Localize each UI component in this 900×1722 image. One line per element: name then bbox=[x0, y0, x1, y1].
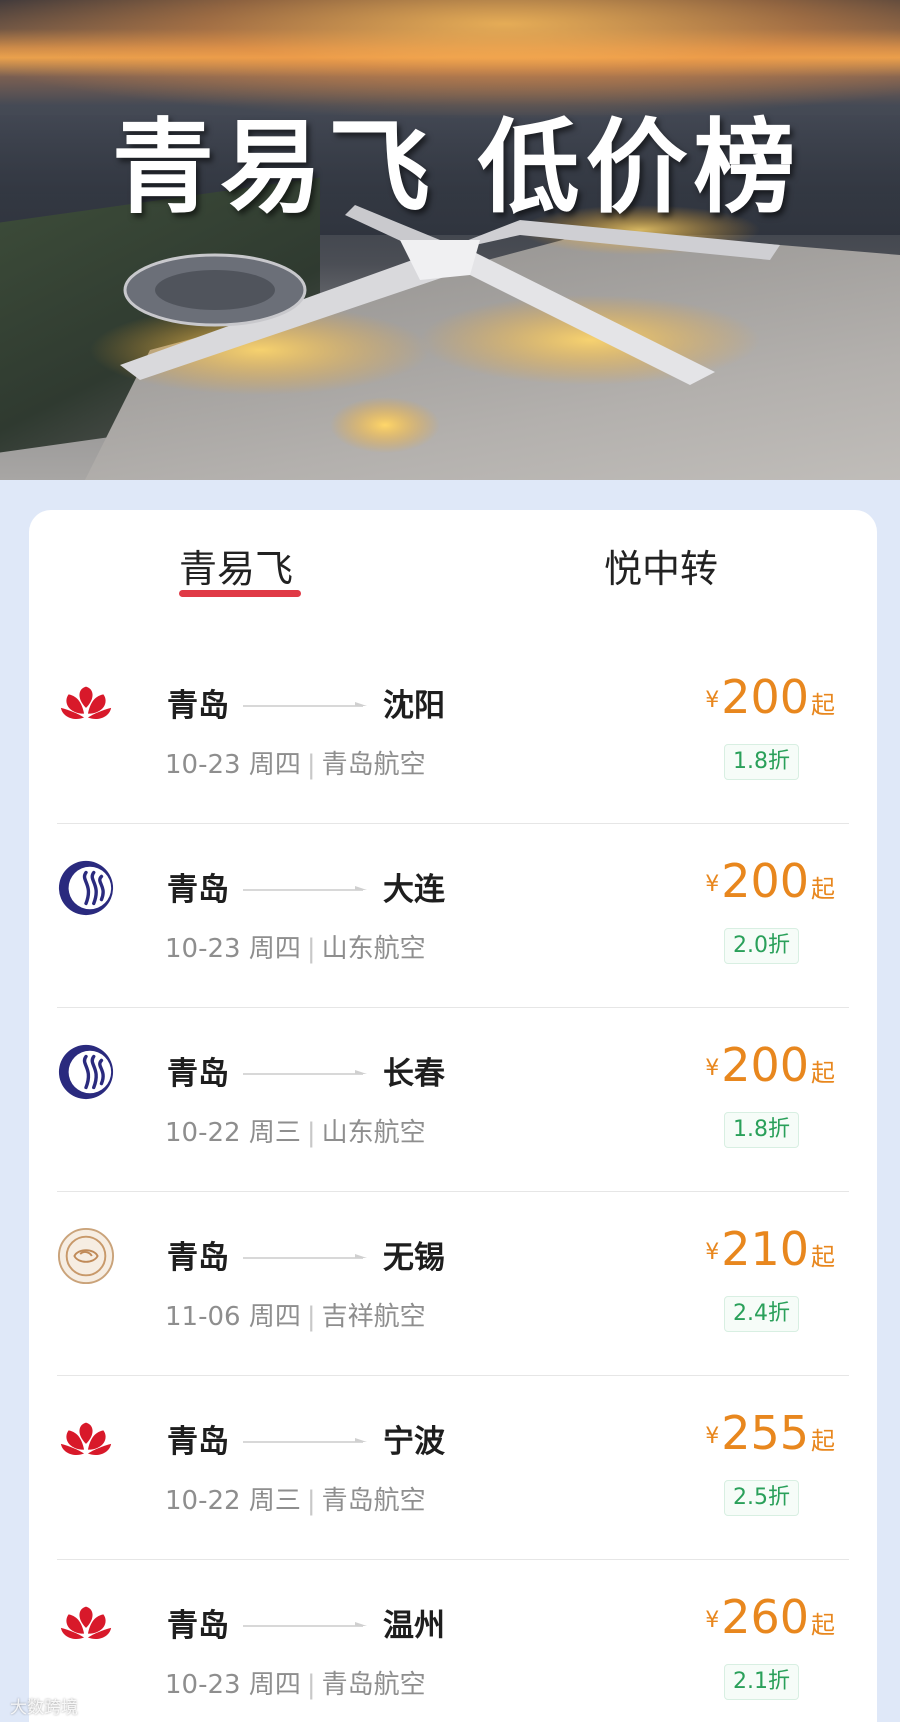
route-row[interactable]: 青岛 沈阳 10-23 周四 | 青岛航空 ¥200起 1.8折 bbox=[57, 640, 849, 824]
origin-city: 青岛 bbox=[167, 1608, 229, 1644]
price-value: 210 bbox=[721, 1222, 809, 1276]
route-row[interactable]: 青岛 宁波 10-22 周三 | 青岛航空 ¥255起 2.5折 bbox=[57, 1376, 849, 1560]
airport-terminal-illustration bbox=[90, 205, 780, 453]
price-value: 200 bbox=[721, 854, 809, 908]
currency-symbol: ¥ bbox=[705, 1608, 720, 1633]
origin-city: 青岛 bbox=[167, 1056, 229, 1092]
price-value: 200 bbox=[721, 670, 809, 724]
origin-city: 青岛 bbox=[167, 872, 229, 908]
currency-symbol: ¥ bbox=[705, 688, 720, 713]
destination-city: 沈阳 bbox=[383, 688, 445, 724]
discount-badge: 2.5折 bbox=[724, 1480, 799, 1516]
discount-badge: 1.8折 bbox=[724, 744, 799, 780]
price-value: 200 bbox=[721, 1038, 809, 1092]
route-row[interactable]: 青岛 大连 10-23 周四 | 山东航空 ¥200起 2.0折 bbox=[57, 824, 849, 1008]
route-row[interactable]: 青岛 温州 10-23 周四 | 青岛航空 ¥260起 2.1折 bbox=[57, 1560, 849, 1722]
divider: | bbox=[306, 750, 316, 780]
qingdao-airlines-logo-icon bbox=[57, 1595, 115, 1653]
origin-city: 青岛 bbox=[167, 1424, 229, 1460]
currency-symbol: ¥ bbox=[705, 1056, 720, 1081]
destination-city: 无锡 bbox=[383, 1240, 445, 1276]
price-suffix: 起 bbox=[811, 1611, 835, 1639]
juneyao-airlines-logo-icon bbox=[57, 1227, 115, 1285]
flight-info: 10-23 周四 | 山东航空 bbox=[165, 928, 426, 965]
destination-city: 宁波 bbox=[383, 1424, 445, 1460]
qingdao-airlines-logo-icon bbox=[57, 1411, 115, 1469]
active-tab-indicator bbox=[179, 590, 301, 597]
price-value: 255 bbox=[721, 1406, 809, 1460]
price-suffix: 起 bbox=[811, 1059, 835, 1087]
route-arrow-icon bbox=[243, 1622, 367, 1627]
divider: | bbox=[306, 934, 316, 964]
flight-date: 10-22 周三 bbox=[165, 1486, 301, 1516]
price-suffix: 起 bbox=[811, 875, 835, 903]
airline-name: 青岛航空 bbox=[321, 1670, 426, 1700]
route-row[interactable]: 青岛 无锡 11-06 周四 | 吉祥航空 ¥210起 2.4折 bbox=[57, 1192, 849, 1376]
flight-date: 10-23 周四 bbox=[165, 934, 301, 964]
price: ¥200起 bbox=[705, 854, 835, 908]
flight-date: 10-22 周三 bbox=[165, 1118, 301, 1148]
price-list-card: 青易飞 悦中转 青岛 沈阳 10-23 周四 | 青岛航空 ¥200起 1.8折 青岛 大连 10… bbox=[29, 510, 877, 1722]
flight-date: 11-06 周四 bbox=[165, 1302, 301, 1332]
price-value: 260 bbox=[721, 1590, 809, 1644]
route-arrow-icon bbox=[243, 1438, 367, 1443]
discount-badge: 1.8折 bbox=[724, 1112, 799, 1148]
shandong-airlines-logo-icon bbox=[57, 1043, 115, 1101]
price: ¥200起 bbox=[705, 1038, 835, 1092]
price: ¥210起 bbox=[705, 1222, 835, 1276]
airline-name: 吉祥航空 bbox=[321, 1302, 426, 1332]
tab-yuezhongzhuan[interactable]: 悦中转 bbox=[604, 538, 718, 593]
price: ¥200起 bbox=[705, 670, 835, 724]
price: ¥260起 bbox=[705, 1590, 835, 1644]
airline-name: 山东航空 bbox=[321, 1118, 426, 1148]
flight-info: 10-23 周四 | 青岛航空 bbox=[165, 744, 426, 781]
origin-city: 青岛 bbox=[167, 1240, 229, 1276]
banner-title: 青易飞 低价榜 bbox=[112, 109, 802, 228]
watermark: 大数跨境 bbox=[10, 1698, 78, 1718]
tab-qingyifei[interactable]: 青易飞 bbox=[179, 538, 293, 593]
qingdao-airlines-logo-icon bbox=[57, 675, 115, 733]
destination-city: 长春 bbox=[383, 1056, 445, 1092]
shandong-airlines-logo-icon bbox=[57, 859, 115, 917]
discount-badge: 2.4折 bbox=[724, 1296, 799, 1332]
divider: | bbox=[306, 1302, 316, 1332]
discount-badge: 2.1折 bbox=[724, 1664, 799, 1700]
divider: | bbox=[306, 1118, 316, 1148]
flight-info: 11-06 周四 | 吉祥航空 bbox=[165, 1296, 426, 1333]
airline-name: 青岛航空 bbox=[321, 1486, 426, 1516]
flight-info: 10-22 周三 | 青岛航空 bbox=[165, 1480, 426, 1517]
route-arrow-icon bbox=[243, 1254, 367, 1259]
currency-symbol: ¥ bbox=[705, 872, 720, 897]
price-suffix: 起 bbox=[811, 691, 835, 719]
route-arrow-icon bbox=[243, 886, 367, 891]
price: ¥255起 bbox=[705, 1406, 835, 1460]
tab-bar: 青易飞 悦中转 bbox=[29, 510, 877, 620]
airline-name: 山东航空 bbox=[321, 934, 426, 964]
destination-city: 大连 bbox=[383, 872, 445, 908]
airline-name: 青岛航空 bbox=[321, 750, 426, 780]
flight-date: 10-23 周四 bbox=[165, 1670, 301, 1700]
currency-symbol: ¥ bbox=[705, 1424, 720, 1449]
route-row[interactable]: 青岛 长春 10-22 周三 | 山东航空 ¥200起 1.8折 bbox=[57, 1008, 849, 1192]
discount-badge: 2.0折 bbox=[724, 928, 799, 964]
destination-city: 温州 bbox=[383, 1608, 445, 1644]
flight-info: 10-23 周四 | 青岛航空 bbox=[165, 1664, 426, 1701]
divider: | bbox=[306, 1670, 316, 1700]
origin-city: 青岛 bbox=[167, 688, 229, 724]
route-arrow-icon bbox=[243, 702, 367, 707]
hero-banner: 青易飞 低价榜 bbox=[0, 0, 900, 480]
flight-info: 10-22 周三 | 山东航空 bbox=[165, 1112, 426, 1149]
price-suffix: 起 bbox=[811, 1243, 835, 1271]
flight-date: 10-23 周四 bbox=[165, 750, 301, 780]
route-arrow-icon bbox=[243, 1070, 367, 1075]
divider: | bbox=[306, 1486, 316, 1516]
route-list: 青岛 沈阳 10-23 周四 | 青岛航空 ¥200起 1.8折 青岛 大连 10-23 周四 | 山… bbox=[57, 640, 849, 1722]
currency-symbol: ¥ bbox=[705, 1240, 720, 1265]
price-suffix: 起 bbox=[811, 1427, 835, 1455]
